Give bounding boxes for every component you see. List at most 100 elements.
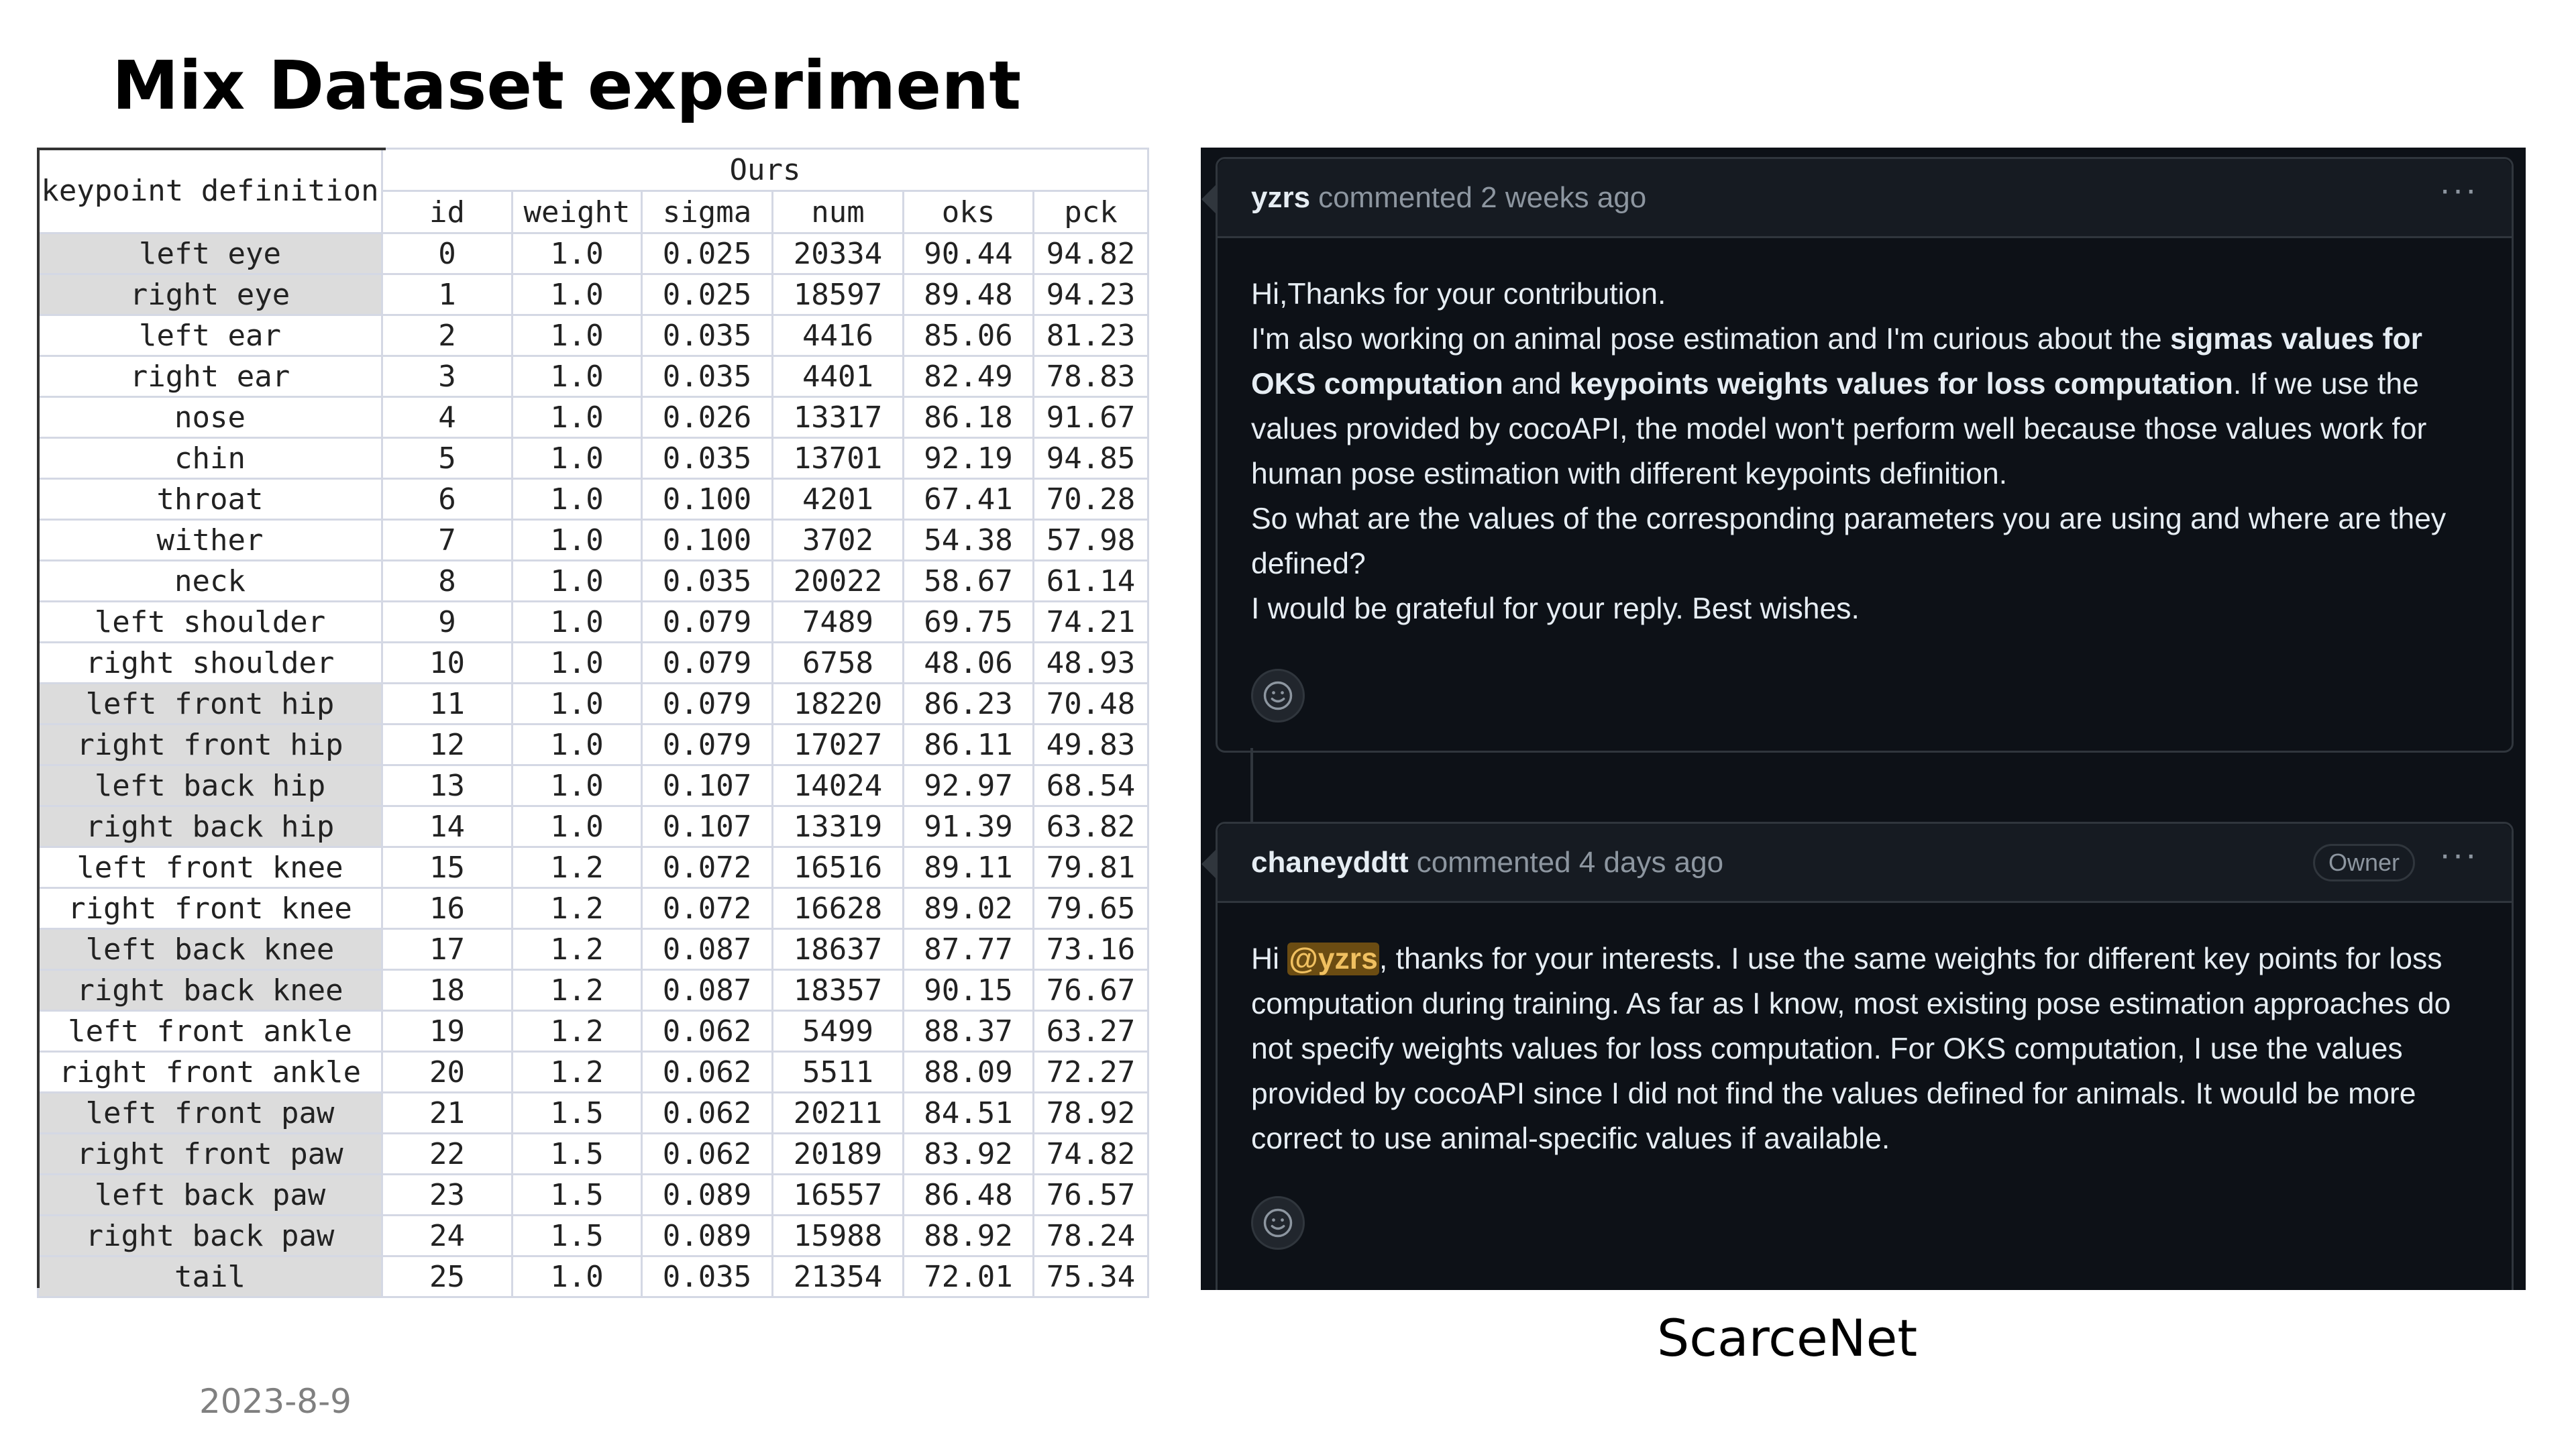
keypoint-name-cell: right back paw (37, 1214, 383, 1257)
oks-cell: 86.48 (902, 1173, 1034, 1216)
weight-cell: 1.0 (511, 232, 643, 275)
comment-chaneyddtt: chaneyddtt commented 4 days ago Owner ··… (1201, 822, 2514, 1290)
oks-cell: 86.11 (902, 723, 1034, 766)
num-cell: 6758 (771, 641, 904, 684)
add-reaction-button[interactable] (1251, 1196, 1305, 1250)
comment-header: chaneyddtt commented 4 days ago Owner ··… (1201, 824, 2512, 903)
keypoint-name-cell: left shoulder (37, 600, 383, 643)
sigma-cell: 0.107 (641, 805, 773, 848)
comment-timestamp[interactable]: commented 2 weeks ago (1318, 181, 1646, 215)
table-row: left back knee 17 1.2 0.087 18637 87.77 73.16 (37, 928, 1150, 971)
weight-cell: 1.2 (511, 846, 643, 889)
id-cell: 4 (381, 396, 513, 439)
keypoint-name-cell: right back knee (37, 969, 383, 1012)
keypoint-table: keypoint definition Ours id weight sigma… (37, 148, 1150, 1298)
num-cell: 18637 (771, 928, 904, 971)
table-row: left front knee 15 1.2 0.072 16516 89.11 79.81 (37, 846, 1150, 889)
comment-header: yzrs commented 2 weeks ago ··· (1201, 159, 2512, 238)
comment-author[interactable]: chaneyddtt (1251, 846, 1409, 879)
keypoint-name-cell: neck (37, 559, 383, 602)
keypoint-name-cell: right ear (37, 355, 383, 398)
pck-cell: 76.57 (1032, 1173, 1150, 1216)
user-mention-link[interactable]: @yzrs (1287, 943, 1379, 975)
weight-cell: 1.0 (511, 1255, 643, 1298)
num-cell: 18220 (771, 682, 904, 725)
keypoint-name-cell: wither (37, 519, 383, 561)
keypoint-name-cell: left back knee (37, 928, 383, 971)
oks-cell: 86.23 (902, 682, 1034, 725)
keypoint-table-container: keypoint definition Ours id weight sigma… (37, 148, 1150, 1298)
keypoint-definition-header: keypoint definition (37, 148, 383, 234)
pck-cell: 94.82 (1032, 232, 1150, 275)
num-cell: 3702 (771, 519, 904, 561)
id-cell: 13 (381, 764, 513, 807)
num-cell: 5511 (771, 1051, 904, 1093)
comment-author[interactable]: yzrs (1251, 181, 1310, 215)
num-cell: 20334 (771, 232, 904, 275)
keypoint-name-cell: left front paw (37, 1091, 383, 1134)
table-row: right ear 3 1.0 0.035 4401 82.49 78.83 (37, 355, 1150, 398)
sigma-cell: 0.079 (641, 641, 773, 684)
id-cell: 10 (381, 641, 513, 684)
table-row: right shoulder 10 1.0 0.079 6758 48.06 48.93 (37, 641, 1150, 684)
keypoint-name-cell: left ear (37, 314, 383, 357)
comment-timestamp[interactable]: commented 4 days ago (1417, 846, 1723, 879)
table-row: right back paw 24 1.5 0.089 15988 88.92 78.24 (37, 1214, 1150, 1257)
keypoint-name-cell: right front knee (37, 887, 383, 930)
comment-paragraph: Hi,Thanks for your contribution. (1251, 278, 1666, 311)
sigma-cell: 0.035 (641, 559, 773, 602)
table-row: left front hip 11 1.0 0.079 18220 86.23 70.48 (37, 682, 1150, 725)
table-row: left back paw 23 1.5 0.089 16557 86.48 76.57 (37, 1173, 1150, 1216)
smiley-icon (1263, 1208, 1293, 1238)
sigma-cell: 0.072 (641, 846, 773, 889)
pck-cell: 79.81 (1032, 846, 1150, 889)
table-top-border (37, 148, 386, 150)
table-row: left back hip 13 1.0 0.107 14024 92.97 68.54 (37, 764, 1150, 807)
id-cell: 17 (381, 928, 513, 971)
num-cell: 4416 (771, 314, 904, 357)
id-cell: 21 (381, 1091, 513, 1134)
keypoint-name-cell: right front paw (37, 1132, 383, 1175)
id-cell: 5 (381, 437, 513, 480)
comment-paragraph: I would be grateful for your reply. Best… (1251, 592, 1860, 625)
add-reaction-button[interactable] (1251, 669, 1305, 722)
id-cell: 16 (381, 887, 513, 930)
id-cell: 24 (381, 1214, 513, 1257)
figure-caption: ScarceNet (1657, 1308, 1918, 1368)
comment-pointer-icon (1201, 184, 1216, 214)
sigma-cell: 0.072 (641, 887, 773, 930)
oks-cell: 88.37 (902, 1010, 1034, 1053)
sigma-cell: 0.107 (641, 764, 773, 807)
kebab-menu-icon[interactable]: ··· (2439, 172, 2478, 207)
weight-cell: 1.0 (511, 559, 643, 602)
keypoint-name-cell: right front hip (37, 723, 383, 766)
id-cell: 1 (381, 273, 513, 316)
num-cell: 18597 (771, 273, 904, 316)
kebab-menu-icon[interactable]: ··· (2439, 837, 2478, 872)
comment-text: Hi (1251, 943, 1288, 975)
sigma-cell: 0.079 (641, 600, 773, 643)
oks-cell: 54.38 (902, 519, 1034, 561)
comment-yzrs: yzrs commented 2 weeks ago ··· Hi,Thanks… (1201, 157, 2514, 753)
weight-cell: 1.0 (511, 396, 643, 439)
weight-cell: 1.5 (511, 1173, 643, 1216)
table-row: left ear 2 1.0 0.035 4416 85.06 81.23 (37, 314, 1150, 357)
keypoint-name-cell: left front ankle (37, 1010, 383, 1053)
comment-bold-text: keypoints weights values for loss comput… (1569, 368, 2233, 400)
smiley-icon (1263, 681, 1293, 710)
num-cell: 18357 (771, 969, 904, 1012)
sigma-cell: 0.087 (641, 928, 773, 971)
weight-cell: 1.0 (511, 314, 643, 357)
sigma-cell: 0.087 (641, 969, 773, 1012)
weight-cell: 1.0 (511, 764, 643, 807)
sigma-cell: 0.062 (641, 1051, 773, 1093)
table-row: left shoulder 9 1.0 0.079 7489 69.75 74.21 (37, 600, 1150, 643)
num-cell: 17027 (771, 723, 904, 766)
num-cell: 13319 (771, 805, 904, 848)
id-cell: 15 (381, 846, 513, 889)
comment-text: I'm also working on animal pose estimati… (1251, 323, 2171, 356)
num-cell: 20189 (771, 1132, 904, 1175)
column-header-pck: pck (1032, 190, 1150, 234)
weight-cell: 1.5 (511, 1214, 643, 1257)
comment-pointer-icon (1201, 849, 1216, 879)
